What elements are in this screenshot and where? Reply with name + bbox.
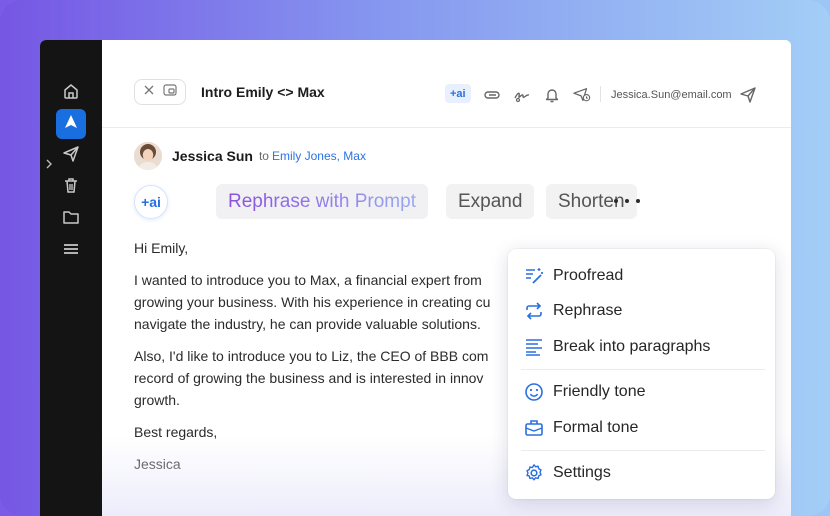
briefcase-icon [524,418,544,438]
close-icon[interactable] [143,83,155,101]
menu-item-rephrase[interactable]: Rephrase [524,299,622,323]
email-subject: Intro Emily <> Max [201,84,325,100]
repeat-icon [524,301,544,321]
home-icon [62,82,80,105]
menu-item-proofread[interactable]: Proofread [524,264,623,288]
window-controls [134,79,186,105]
compose-icon [62,113,80,136]
rephrase-with-prompt-button[interactable]: Rephrase with Prompt [216,184,428,219]
sidebar-item-trash[interactable] [56,172,86,202]
send-icon [62,145,80,168]
reminder-bell-icon[interactable] [543,86,561,104]
folder-icon [62,208,80,231]
sidebar-item-home[interactable] [56,78,86,108]
sidebar-item-sent[interactable] [56,141,86,171]
to-label: to [258,149,269,163]
menu-item-formal-tone[interactable]: Formal tone [524,416,638,440]
magic-wand-icon [524,266,544,286]
sidebar-item-compose[interactable] [56,109,86,139]
schedule-send-icon[interactable] [573,86,591,104]
minimize-window-icon[interactable] [163,83,177,101]
expand-button[interactable]: Expand [446,184,535,219]
sidebar-item-menu[interactable] [56,236,86,266]
sender-row: Jessica Sun to Emily Jones, Max [134,141,366,171]
menu-item-settings[interactable]: Settings [524,461,611,485]
menu-item-label: Rephrase [553,302,623,319]
send-icon[interactable] [739,86,757,104]
menu-item-label: Break into paragraphs [553,338,711,355]
chevron-right-icon[interactable] [45,158,53,170]
attachment-icon[interactable] [483,86,501,104]
compose-header: Intro Emily <> Max +ai Jessica.Sun@email… [102,40,791,128]
ai-assistant-chip[interactable]: +ai [445,84,471,103]
more-options-icon[interactable] [614,193,640,209]
menu-item-label: Friendly tone [553,383,646,400]
menu-item-label: Proofread [553,267,624,284]
menu-divider [521,369,765,370]
menu-icon [62,240,80,263]
trash-icon [62,176,80,199]
paragraph-lines-icon [524,337,544,357]
background-frame: Intro Emily <> Max +ai Jessica.Sun@email… [0,0,830,516]
recipients[interactable]: Emily Jones, Max [272,149,366,163]
smiley-icon [524,382,544,402]
sidebar [40,40,102,516]
menu-item-label: Formal tone [553,419,639,436]
menu-item-friendly-tone[interactable]: Friendly tone [524,380,646,404]
menu-item-label: Settings [553,464,611,481]
ai-button[interactable]: +ai [134,185,168,219]
ai-actions-menu: Proofread Rephrase Break into paragraphs… [508,249,775,499]
toolbar-divider [600,86,601,102]
sender-name: Jessica Sun [172,148,253,164]
sidebar-item-folders[interactable] [56,204,86,234]
from-account[interactable]: Jessica.Sun@email.com [611,89,732,101]
menu-divider [521,450,765,451]
rephrase-with-prompt-label: Rephrase with Prompt [228,190,416,212]
gear-icon [524,463,544,483]
avatar [134,142,162,170]
signature-icon[interactable] [513,86,531,104]
menu-item-break-into-paragraphs[interactable]: Break into paragraphs [524,335,710,359]
